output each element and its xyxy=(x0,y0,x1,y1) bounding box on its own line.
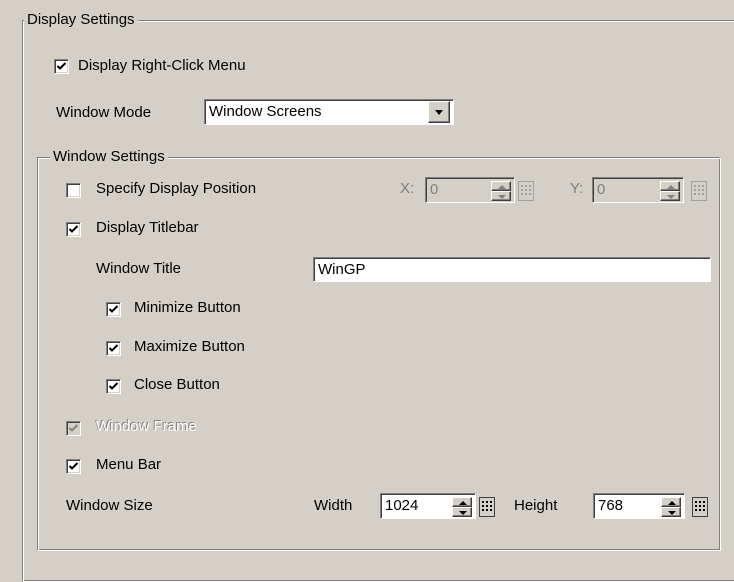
maximize-button-checkbox[interactable] xyxy=(106,341,121,356)
spin-down-icon xyxy=(668,511,676,515)
y-spin-up[interactable] xyxy=(660,181,680,191)
specify-position-label: Specify Display Position xyxy=(96,180,257,197)
window-size-label: Window Size xyxy=(66,497,153,514)
y-spinner[interactable] xyxy=(660,181,680,201)
display-settings-legend: Display Settings xyxy=(24,11,138,29)
menu-bar-label: Menu Bar xyxy=(96,456,162,473)
x-spin-up[interactable] xyxy=(491,181,511,191)
window-mode-label: Window Mode xyxy=(56,104,152,121)
y-keypad-button[interactable] xyxy=(691,181,707,201)
maximize-button-label: Maximize Button xyxy=(134,338,245,355)
checkmark-icon xyxy=(108,382,119,390)
menu-bar-checkbox[interactable] xyxy=(66,459,81,474)
checkmark-icon xyxy=(108,305,119,313)
spin-down-icon xyxy=(459,511,467,515)
spin-down-icon xyxy=(498,195,506,199)
keypad-icon xyxy=(692,497,708,517)
spin-down-icon xyxy=(667,195,675,199)
height-keypad-button[interactable] xyxy=(692,497,708,517)
window-mode-dropdown-button[interactable] xyxy=(428,101,450,123)
height-label: Height xyxy=(514,497,558,514)
close-button-label: Close Button xyxy=(134,376,220,393)
width-spin-down[interactable] xyxy=(452,507,472,517)
y-label: Y: xyxy=(570,180,584,197)
right-click-menu-label: Display Right-Click Menu xyxy=(78,57,246,74)
spin-up-icon xyxy=(668,501,676,505)
window-title-input[interactable]: WinGP xyxy=(313,257,711,282)
checkmark-icon xyxy=(68,225,79,233)
right-click-menu-checkbox[interactable] xyxy=(54,59,69,74)
window-frame-label: Window Frame xyxy=(96,418,197,435)
window-mode-value: Window Screens xyxy=(204,99,454,125)
x-spinner[interactable] xyxy=(491,181,511,201)
display-titlebar-checkbox[interactable] xyxy=(66,222,81,237)
width-spinner[interactable] xyxy=(452,497,472,517)
keypad-icon xyxy=(479,497,495,517)
width-label: Width xyxy=(314,497,353,514)
display-titlebar-label: Display Titlebar xyxy=(96,219,199,236)
checkmark-icon xyxy=(68,462,79,470)
window-title-label: Window Title xyxy=(96,260,182,277)
checkmark-icon xyxy=(68,424,79,432)
keypad-icon xyxy=(691,181,707,201)
spin-up-icon xyxy=(667,185,675,189)
x-spin-down[interactable] xyxy=(491,191,511,201)
specify-position-checkbox[interactable] xyxy=(66,183,81,198)
keypad-icon xyxy=(518,181,534,201)
spin-up-icon xyxy=(498,185,506,189)
x-label: X: xyxy=(400,180,415,197)
y-spin-down[interactable] xyxy=(660,191,680,201)
chevron-down-icon xyxy=(435,110,443,115)
window-settings-legend: Window Settings xyxy=(50,148,168,166)
window-mode-select[interactable]: Window Screens xyxy=(204,96,454,126)
height-spinner[interactable] xyxy=(661,497,681,517)
close-button-checkbox[interactable] xyxy=(106,379,121,394)
checkmark-icon xyxy=(56,62,67,70)
checkmark-icon xyxy=(108,344,119,352)
minimize-button-checkbox[interactable] xyxy=(106,302,121,317)
minimize-button-label: Minimize Button xyxy=(134,299,241,316)
height-spin-up[interactable] xyxy=(661,497,681,507)
width-spin-up[interactable] xyxy=(452,497,472,507)
spin-up-icon xyxy=(459,501,467,505)
window-frame-checkbox[interactable] xyxy=(66,421,81,436)
x-keypad-button[interactable] xyxy=(518,181,534,201)
height-spin-down[interactable] xyxy=(661,507,681,517)
width-keypad-button[interactable] xyxy=(479,497,495,517)
